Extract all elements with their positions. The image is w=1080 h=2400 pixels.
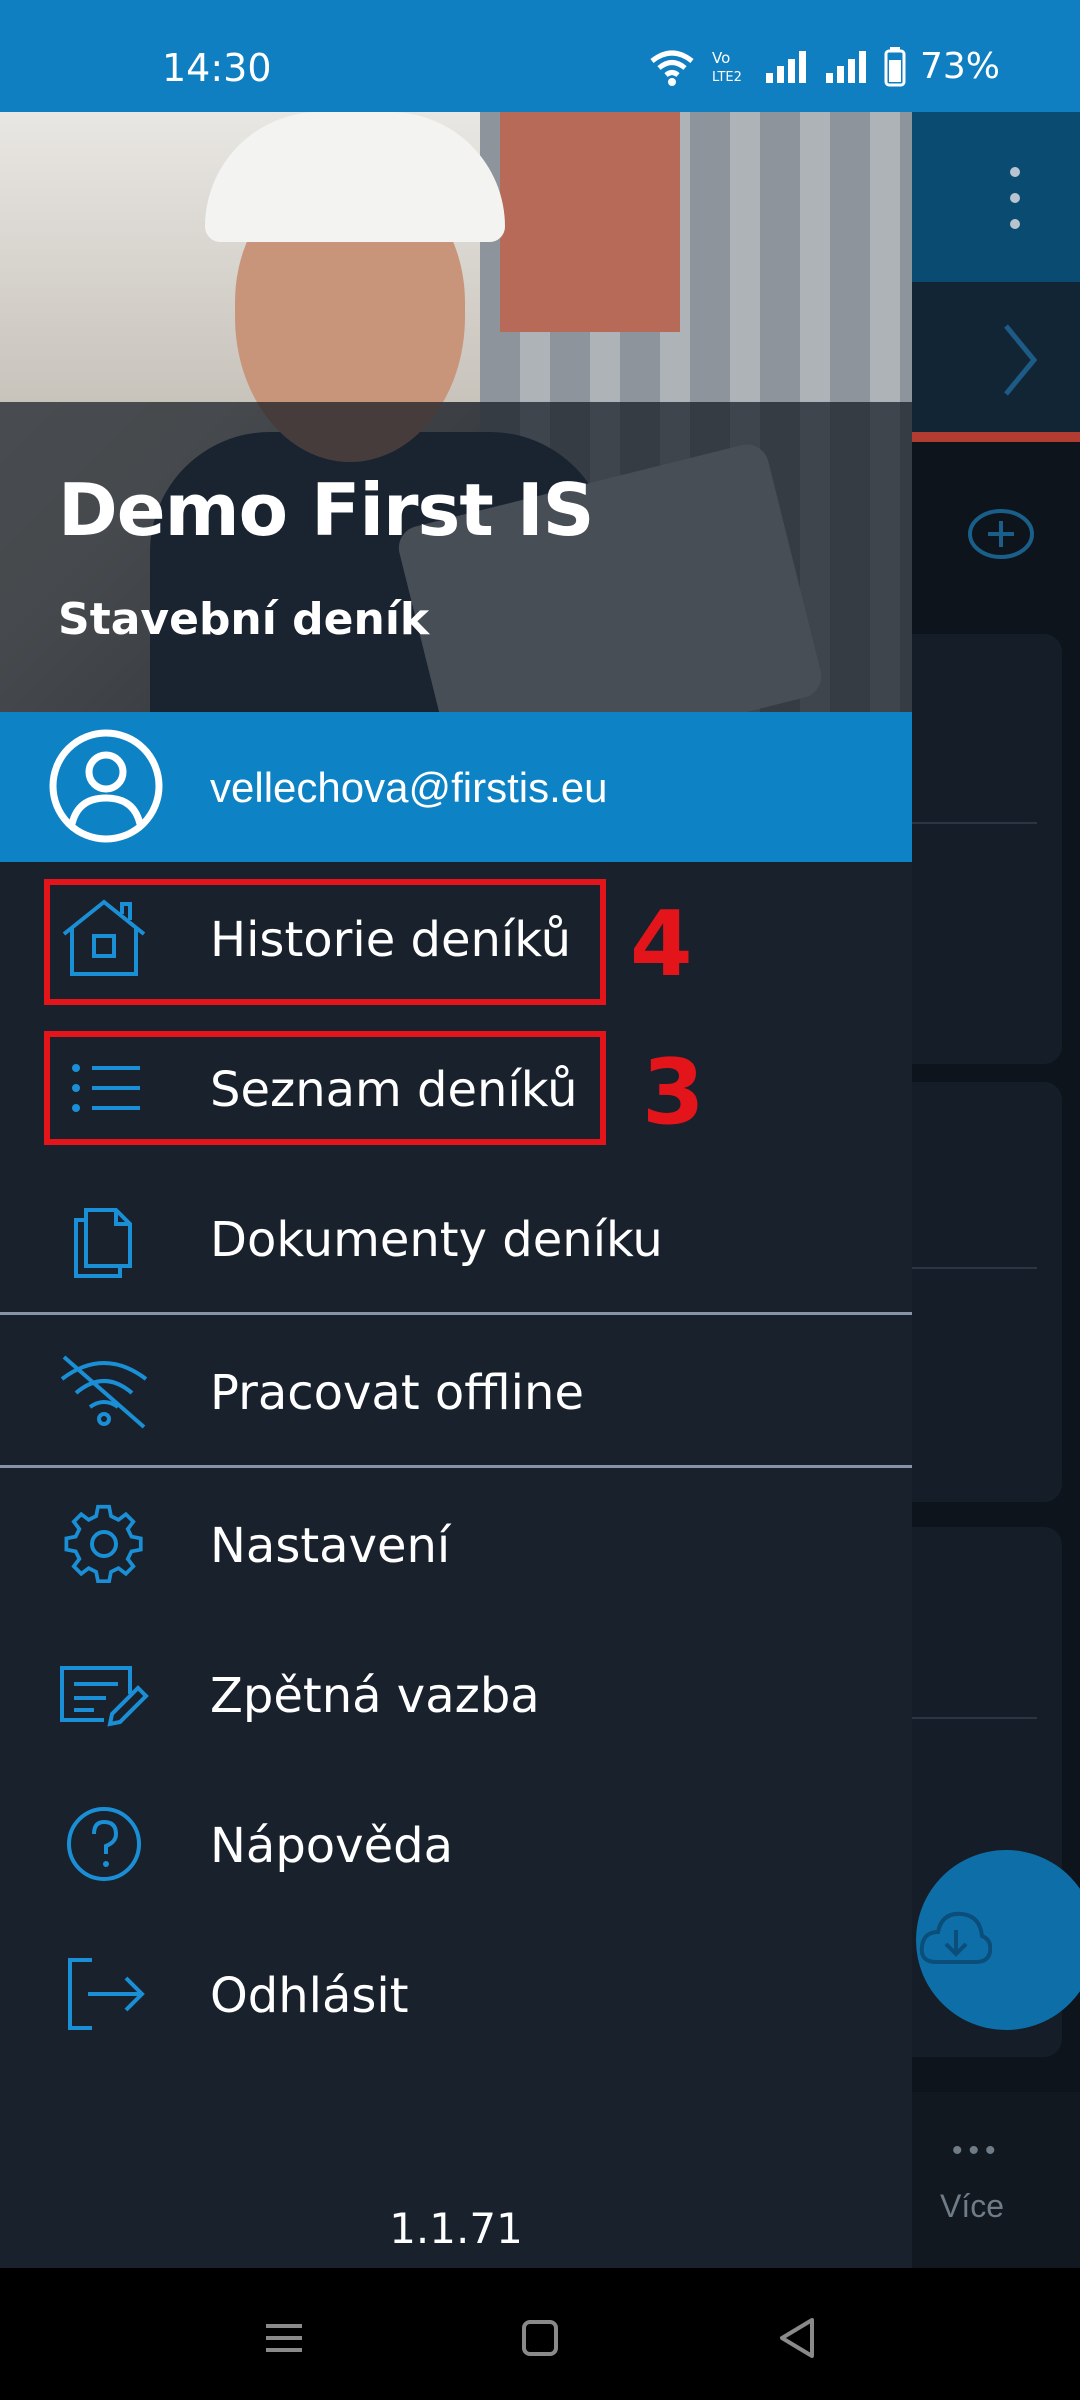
gear-icon — [64, 1504, 143, 1584]
battery-icon — [884, 46, 906, 86]
menu-item-logout[interactable]: Odhlásit — [0, 1918, 912, 2068]
menu-item-label: Pracovat offline — [210, 1365, 584, 1421]
overflow-menu-icon — [1010, 167, 1022, 245]
highlight-box-history — [44, 879, 606, 1005]
background-card-divider — [912, 1267, 1037, 1269]
app-title: Demo First IS — [58, 468, 595, 552]
menu-item-help[interactable]: Nápověda — [0, 1768, 912, 1918]
user-account-bar[interactable]: vellechova@firstis.eu — [0, 712, 912, 862]
menu-item-feedback[interactable]: Zpětná vazba — [0, 1618, 912, 1768]
navigation-drawer: Demo First IS Stavební deník vellechova@… — [0, 112, 912, 2268]
background-card — [912, 634, 1062, 1064]
documents-icon — [74, 1208, 132, 1278]
chevron-right-icon — [1004, 324, 1038, 396]
background-card-divider — [912, 822, 1037, 824]
background-card — [912, 1082, 1062, 1502]
logout-icon — [68, 1958, 145, 2030]
svg-text:Vo: Vo — [712, 49, 730, 67]
menu-item-work-offline[interactable]: Pracovat offline — [0, 1315, 912, 1465]
cloud-download-icon — [919, 1911, 992, 1964]
drawer-header: Demo First IS Stavební deník — [0, 112, 912, 712]
menu-item-label: Nápověda — [210, 1818, 453, 1874]
user-email: vellechova@firstis.eu — [210, 764, 608, 811]
add-comment-icon — [968, 509, 1034, 559]
background-toolbar — [912, 112, 1080, 282]
background-app[interactable]: ••• Více — [912, 112, 1080, 2268]
menu-item-label: Zpětná vazba — [210, 1668, 540, 1724]
menu-item-label: Nastavení — [210, 1518, 451, 1574]
help-icon — [67, 1807, 141, 1881]
status-icons: Vo LTE2 73% — [648, 46, 1000, 87]
menu-item-label: Dokumenty deníku — [210, 1212, 663, 1268]
home-nav-icon[interactable] — [510, 2308, 570, 2368]
more-label: Více — [940, 2188, 1005, 2224]
user-avatar-icon — [49, 729, 163, 843]
wifi-off-icon — [60, 1355, 148, 1429]
signal-icon-2 — [825, 50, 866, 83]
feedback-icon — [60, 1666, 149, 1727]
signal-icon-1 — [765, 50, 806, 83]
menu-item-settings[interactable]: Nastavení — [0, 1468, 912, 1618]
background-card-divider — [912, 1717, 1037, 1719]
app-subtitle: Stavební deník — [58, 594, 430, 645]
highlight-box-list — [44, 1031, 606, 1145]
header-shade — [0, 402, 912, 712]
highlight-number-4: 4 — [630, 892, 693, 997]
app-version: 1.1.71 — [389, 2204, 523, 2253]
background-accent-line — [912, 432, 1080, 442]
menu-nav-icon[interactable] — [254, 2308, 314, 2368]
svg-text:LTE2: LTE2 — [712, 70, 742, 85]
back-nav-icon[interactable] — [768, 2308, 828, 2368]
background-date-row — [912, 282, 1080, 432]
status-bar: 14:30 Vo LTE2 73% — [0, 0, 1080, 112]
volte-icon: Vo LTE2 — [712, 49, 742, 85]
status-time: 14:30 — [162, 46, 272, 90]
menu-item-documents[interactable]: Dokumenty deníku — [0, 1162, 912, 1312]
system-navigation-bar — [0, 2268, 1080, 2400]
more-icon: ••• — [952, 2134, 1002, 2167]
menu-item-label: Odhlásit — [210, 1968, 409, 2024]
background-bottom-nav: ••• Více — [912, 2092, 1080, 2268]
highlight-number-3: 3 — [642, 1040, 705, 1145]
wifi-icon — [650, 50, 694, 86]
battery-percent: 73% — [919, 46, 1000, 87]
